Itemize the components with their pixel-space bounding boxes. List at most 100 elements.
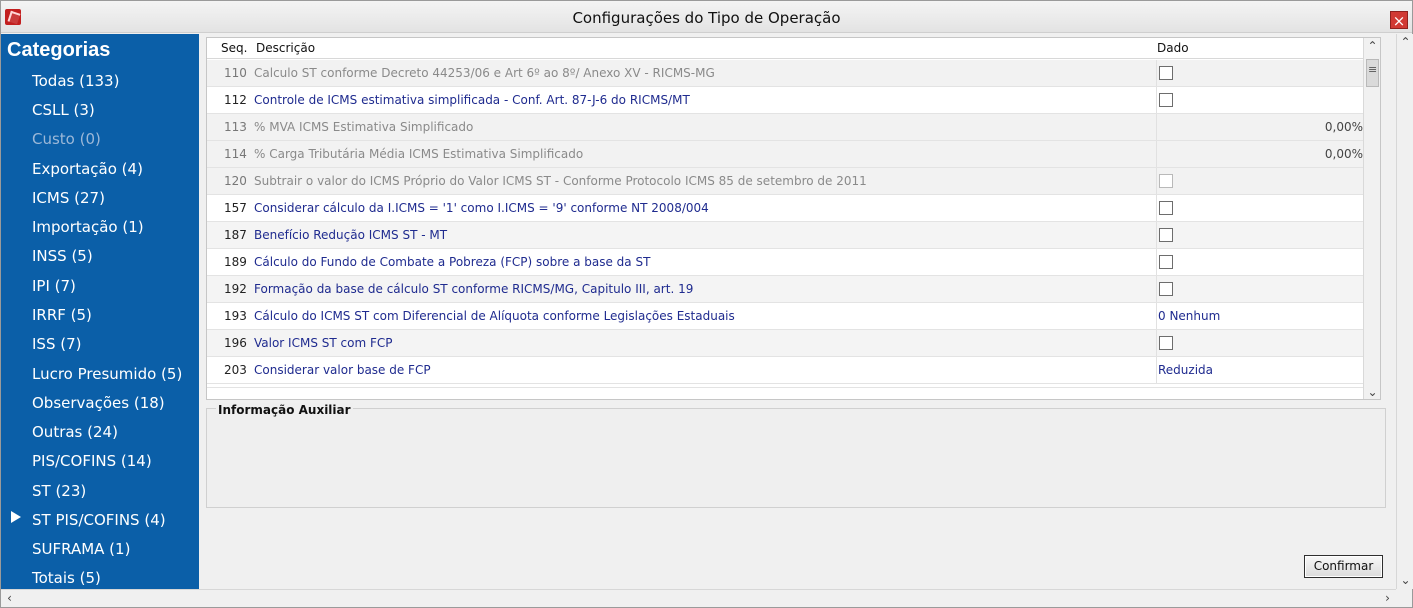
column-separator	[1156, 249, 1157, 275]
row-checkbox[interactable]	[1159, 336, 1173, 350]
chevron-left-icon[interactable]: ‹	[1, 590, 18, 607]
sidebar-item-custo: Custo (0)	[32, 130, 101, 148]
row-description: % Carga Tributária Média ICMS Estimativa…	[254, 147, 584, 161]
row-description: % MVA ICMS Estimativa Simplificado	[254, 120, 474, 134]
column-separator	[1156, 168, 1157, 194]
confirm-button[interactable]: Confirmar	[1304, 555, 1383, 578]
table-row[interactable]: 187 Benefício Redução ICMS ST - MT	[207, 222, 1367, 249]
row-seq: 113	[224, 120, 247, 134]
column-separator	[1156, 87, 1157, 113]
sidebar-item-observacoes[interactable]: Observações (18)	[32, 394, 165, 412]
close-icon: ×	[1392, 12, 1406, 30]
auxiliary-info-title: Informação Auxiliar	[216, 403, 353, 417]
row-seq: 196	[224, 336, 247, 350]
row-seq: 192	[224, 282, 247, 296]
sidebar-item-iss[interactable]: ISS (7)	[32, 335, 81, 353]
sidebar-item-suframa[interactable]: SUFRAMA (1)	[32, 540, 130, 558]
empty-grid-row	[207, 387, 1367, 399]
row-description: Valor ICMS ST com FCP	[254, 336, 393, 350]
row-description: Subtrair o valor do ICMS Próprio do Valo…	[254, 174, 867, 188]
settings-window: Configurações do Tipo de Operação × Cate…	[0, 0, 1413, 608]
row-description: Considerar cálculo da I.ICMS = '1' como …	[254, 201, 709, 215]
column-value: Dado	[1157, 41, 1189, 55]
sidebar-item-icms[interactable]: ICMS (27)	[32, 189, 105, 207]
close-button[interactable]: ×	[1390, 11, 1408, 30]
row-seq: 187	[224, 228, 247, 242]
row-description: Formação da base de cálculo ST conforme …	[254, 282, 694, 296]
play-arrow-icon	[11, 511, 21, 523]
table-row[interactable]: 113 % MVA ICMS Estimativa Simplificado 0,0…	[207, 114, 1367, 141]
categories-title: Categorias	[7, 39, 111, 61]
row-description: Cálculo do ICMS ST com Diferencial de Al…	[254, 309, 735, 323]
scroll-grip-icon[interactable]	[1366, 59, 1379, 87]
column-separator	[1156, 60, 1157, 86]
row-value[interactable]: Reduzida	[1158, 363, 1213, 377]
auxiliary-info-panel: Informação Auxiliar	[206, 403, 1386, 508]
table-row[interactable]: 114 % Carga Tributária Média ICMS Estimat…	[207, 141, 1367, 168]
window-horizontal-scrollbar[interactable]: ‹ ›	[1, 589, 1396, 607]
row-seq: 120	[224, 174, 247, 188]
sidebar-item-irrf[interactable]: IRRF (5)	[32, 306, 92, 324]
chevron-up-icon[interactable]: ⌃	[1397, 34, 1413, 51]
row-checkbox	[1159, 174, 1173, 188]
chevron-down-icon[interactable]: ⌄	[1364, 384, 1380, 399]
column-separator	[1156, 330, 1157, 356]
sidebar-item-ipi[interactable]: IPI (7)	[32, 277, 76, 295]
row-seq: 112	[224, 93, 247, 107]
sidebar-item-pis-cofins[interactable]: PIS/COFINS (14)	[32, 452, 152, 470]
sidebar-item-totais[interactable]: Totais (5)	[32, 569, 101, 587]
row-description: Calculo ST conforme Decreto 44253/06 e A…	[254, 66, 715, 80]
sidebar-item-inss[interactable]: INSS (5)	[32, 247, 93, 265]
column-separator	[1156, 114, 1157, 140]
chevron-right-icon[interactable]: ›	[1379, 590, 1396, 607]
row-checkbox[interactable]	[1159, 255, 1173, 269]
row-seq: 193	[224, 309, 247, 323]
column-separator	[1156, 222, 1157, 248]
row-seq: 189	[224, 255, 247, 269]
settings-grid: Seq. Descrição Dado 110 Calculo ST confor…	[206, 37, 1381, 400]
row-checkbox[interactable]	[1159, 282, 1173, 296]
sidebar-item-st[interactable]: ST (23)	[32, 482, 86, 500]
row-value[interactable]: 0,00%	[1325, 147, 1363, 161]
table-row[interactable]: 193 Cálculo do ICMS ST com Diferencial de…	[207, 303, 1367, 330]
sidebar-item-outras[interactable]: Outras (24)	[32, 423, 118, 441]
row-checkbox[interactable]	[1159, 228, 1173, 242]
chevron-down-icon[interactable]: ⌄	[1397, 572, 1413, 589]
column-seq: Seq.	[221, 41, 248, 55]
table-row[interactable]: 120 Subtrair o valor do ICMS Próprio do V…	[207, 168, 1367, 195]
sidebar-item-lucro-presumido[interactable]: Lucro Presumido (5)	[32, 365, 182, 383]
window-title: Configurações do Tipo de Operação	[572, 9, 841, 27]
table-row[interactable]: 110 Calculo ST conforme Decreto 44253/06 …	[207, 60, 1367, 87]
grid-scrollbar[interactable]: ⌃ ⌄	[1363, 38, 1380, 399]
column-separator	[1156, 141, 1157, 167]
sidebar-item-todas[interactable]: Todas (133)	[32, 72, 119, 90]
row-checkbox[interactable]	[1159, 201, 1173, 215]
table-row[interactable]: 203 Considerar valor base de FCP Reduzida	[207, 357, 1367, 384]
sidebar-item-importacao[interactable]: Importação (1)	[32, 218, 144, 236]
row-checkbox[interactable]	[1159, 66, 1173, 80]
categories-sidebar: Categorias Todas (133) CSLL (3) Custo (0…	[1, 34, 199, 589]
row-seq: 157	[224, 201, 247, 215]
column-separator	[1156, 276, 1157, 302]
column-separator	[1156, 303, 1157, 329]
row-seq: 110	[224, 66, 247, 80]
chevron-up-icon[interactable]: ⌃	[1364, 38, 1380, 55]
window-vertical-scrollbar[interactable]: ⌃ ⌄	[1396, 34, 1413, 589]
row-description: Benefício Redução ICMS ST - MT	[254, 228, 448, 242]
row-checkbox[interactable]	[1159, 93, 1173, 107]
table-row[interactable]: 189 Cálculo do Fundo de Combate a Pobreza…	[207, 249, 1367, 276]
row-value[interactable]: 0 Nenhum	[1158, 309, 1220, 323]
table-row[interactable]: 157 Considerar cálculo da I.ICMS = '1' co…	[207, 195, 1367, 222]
row-description: Controle de ICMS estimativa simplificada…	[254, 93, 690, 107]
table-row[interactable]: 112 Controle de ICMS estimativa simplific…	[207, 87, 1367, 114]
sidebar-item-exportacao[interactable]: Exportação (4)	[32, 160, 143, 178]
sidebar-item-csll[interactable]: CSLL (3)	[32, 101, 95, 119]
row-seq: 203	[224, 363, 247, 377]
table-row[interactable]: 196 Valor ICMS ST com FCP	[207, 330, 1367, 357]
row-value[interactable]: 0,00%	[1325, 120, 1363, 134]
column-separator	[1156, 357, 1157, 383]
row-description: Cálculo do Fundo de Combate a Pobreza (F…	[254, 255, 651, 269]
table-row[interactable]: 192 Formação da base de cálculo ST confor…	[207, 276, 1367, 303]
sidebar-item-st-pis-cofins[interactable]: ST PIS/COFINS (4)	[32, 511, 166, 529]
title-bar: Configurações do Tipo de Operação ×	[1, 1, 1412, 33]
